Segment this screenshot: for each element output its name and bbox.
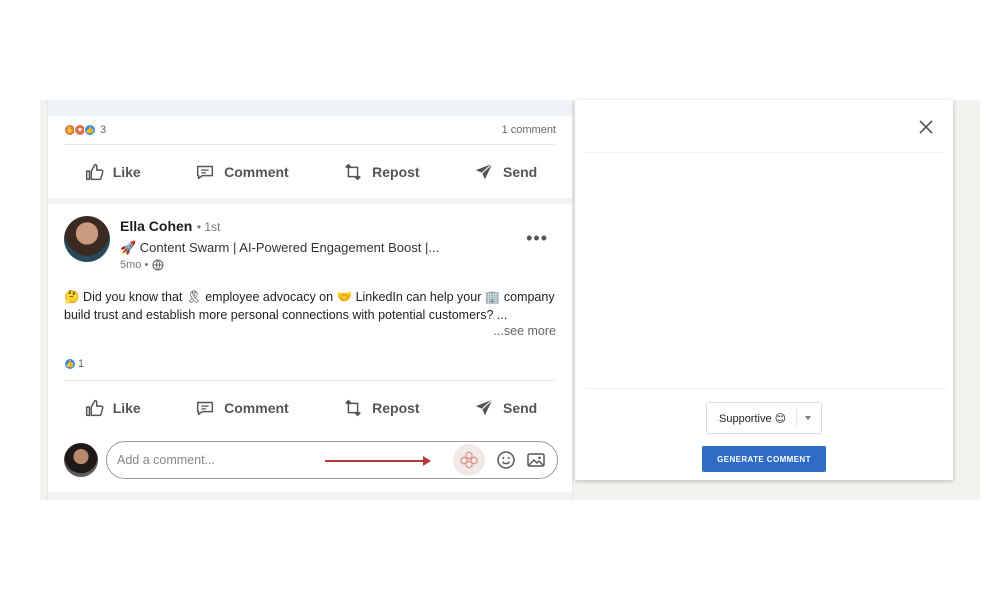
post-time: 5mo • xyxy=(120,259,149,271)
annotation-arrow-head xyxy=(423,456,431,466)
swarm-hexagon-icon xyxy=(460,451,478,469)
repost-label: Repost xyxy=(372,400,420,416)
post-author[interactable]: Ella Cohen • 1st 🚀 Content Swarm | AI-Po… xyxy=(64,216,439,271)
like-label: Like xyxy=(112,164,141,180)
reactions-summary[interactable]: ✋ ♥ 👍 3 xyxy=(64,124,106,136)
comment-box[interactable] xyxy=(106,441,558,479)
author-name[interactable]: Ella Cohen xyxy=(120,218,192,234)
post-separator xyxy=(48,198,572,204)
like-reaction-icon: 👍 xyxy=(64,358,76,370)
comment-label: Comment xyxy=(224,400,289,416)
author-avatar[interactable] xyxy=(64,216,110,262)
like-button[interactable]: Like xyxy=(73,391,151,425)
tone-select[interactable]: Supportive 😊 xyxy=(706,402,822,434)
current-user-avatar[interactable] xyxy=(64,443,98,477)
send-icon xyxy=(475,163,493,180)
comment-count-link[interactable]: 1 comment xyxy=(502,124,556,136)
send-label: Send xyxy=(503,400,538,416)
send-button[interactable]: Send xyxy=(463,155,547,189)
tone-selected-value: Supportive 😊 xyxy=(719,412,787,425)
close-icon xyxy=(919,120,933,134)
repost-icon xyxy=(345,399,361,417)
comment-icon xyxy=(197,165,214,180)
close-button[interactable] xyxy=(917,118,935,136)
emoji-button[interactable] xyxy=(491,445,521,475)
repost-label: Repost xyxy=(372,164,420,180)
comment-button[interactable]: Comment xyxy=(184,391,299,425)
see-more-link[interactable]: ...see more xyxy=(493,324,556,338)
previous-post-bottom xyxy=(48,100,572,116)
reaction-count: 3 xyxy=(100,124,107,136)
like-reaction-icon: 👍 xyxy=(84,124,96,136)
divider xyxy=(64,144,556,145)
comment-label: Comment xyxy=(224,164,289,180)
divider xyxy=(64,380,556,381)
content-swarm-button[interactable] xyxy=(453,444,485,476)
send-icon xyxy=(475,399,493,416)
chevron-down-icon xyxy=(805,416,811,420)
smiley-icon xyxy=(497,451,515,469)
repost-button[interactable]: Repost xyxy=(332,155,429,189)
post-actions: Like Comment Repost Send xyxy=(48,386,572,430)
author-headline: 🚀 Content Swarm | AI-Powered Engagement … xyxy=(120,240,440,255)
previous-post-actions: Like Comment Repost Send xyxy=(48,150,572,194)
thumbs-up-icon xyxy=(85,399,104,417)
repost-icon xyxy=(345,163,361,181)
tone-select-separator xyxy=(796,409,797,427)
comment-composer xyxy=(64,440,558,480)
comment-icon xyxy=(197,401,214,416)
connection-degree: • 1st xyxy=(196,220,221,234)
generated-comment-area xyxy=(585,153,947,389)
post-reactions-summary[interactable]: 👍 1 xyxy=(64,358,84,370)
comment-button[interactable]: Comment xyxy=(184,155,299,189)
like-label: Like xyxy=(112,400,141,416)
send-button[interactable]: Send xyxy=(463,391,547,425)
image-icon xyxy=(527,453,545,467)
thumbs-up-icon xyxy=(85,163,104,181)
post-separator xyxy=(48,492,572,500)
post-text: 🤔 Did you know that 🎗 employee advocacy … xyxy=(64,290,555,322)
annotation-arrow-line xyxy=(325,460,425,462)
generate-comment-button[interactable]: GENERATE COMMENT xyxy=(702,446,826,472)
post-reaction-count: 1 xyxy=(78,358,85,370)
comment-generator-panel: Supportive 😊 GENERATE COMMENT xyxy=(575,100,953,480)
post-meta: 5mo • xyxy=(120,259,439,271)
send-label: Send xyxy=(503,164,538,180)
add-photo-button[interactable] xyxy=(521,445,551,475)
globe-icon xyxy=(152,259,164,271)
author-info: Ella Cohen • 1st 🚀 Content Swarm | AI-Po… xyxy=(120,218,439,271)
feed-column: ✋ ♥ 👍 3 1 comment Like Comment Repost Se… xyxy=(47,100,573,500)
post-more-menu-button[interactable]: ••• xyxy=(526,228,548,249)
repost-button[interactable]: Repost xyxy=(332,391,429,425)
like-button[interactable]: Like xyxy=(73,155,151,189)
previous-post-social-counts: ✋ ♥ 👍 3 1 comment xyxy=(64,122,556,138)
